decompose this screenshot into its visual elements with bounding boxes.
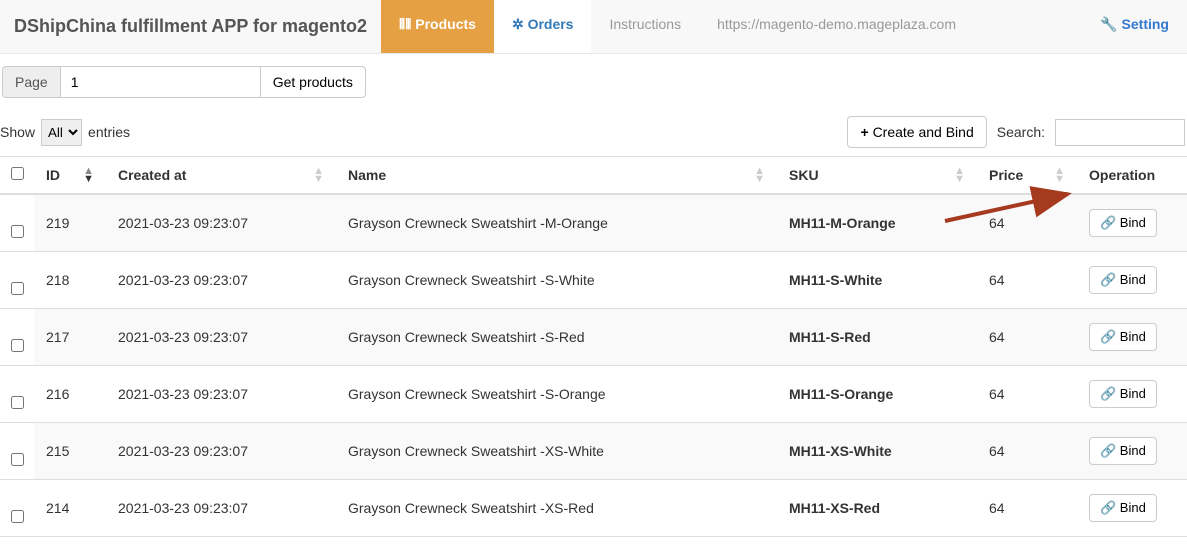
- cell-id: 214: [34, 480, 106, 537]
- cell-name: Grayson Crewneck Sweatshirt -S-Orange: [336, 366, 777, 423]
- col-price[interactable]: Price ▲▼: [977, 157, 1077, 195]
- show-label: Show: [0, 124, 35, 140]
- tab-orders-label: Orders: [528, 16, 574, 32]
- row-checkbox[interactable]: [11, 282, 24, 295]
- cell-created: 2021-03-23 09:23:07: [106, 480, 336, 537]
- tab-setting-label: Setting: [1122, 16, 1169, 32]
- cell-operation: 🔗 Bind: [1077, 309, 1187, 366]
- row-checkbox[interactable]: [11, 396, 24, 409]
- cell-created: 2021-03-23 09:23:07: [106, 366, 336, 423]
- cell-operation: 🔗 Bind: [1077, 194, 1187, 252]
- cell-id: 216: [34, 366, 106, 423]
- cell-sku: MH11-XS-White: [777, 423, 977, 480]
- cell-sku: MH11-XS-Red: [777, 480, 977, 537]
- bind-button[interactable]: 🔗 Bind: [1089, 323, 1157, 351]
- wrench-icon: 🔧: [1100, 16, 1117, 32]
- page-label: Page: [2, 66, 61, 98]
- link-icon: 🔗: [1100, 386, 1116, 401]
- row-checkbox[interactable]: [11, 510, 24, 523]
- get-products-button[interactable]: Get products: [260, 66, 366, 98]
- link-icon: 🔗: [1100, 329, 1116, 344]
- link-icon: 🔗: [1100, 215, 1116, 230]
- cell-created: 2021-03-23 09:23:07: [106, 194, 336, 252]
- cell-price: 64: [977, 194, 1077, 252]
- col-created[interactable]: Created at ▲▼: [106, 157, 336, 195]
- cell-created: 2021-03-23 09:23:07: [106, 252, 336, 309]
- sort-icon: ▲▼: [754, 167, 765, 183]
- tab-setting[interactable]: 🔧 Setting: [1082, 0, 1187, 53]
- cell-price: 64: [977, 423, 1077, 480]
- col-sku[interactable]: SKU ▲▼: [777, 157, 977, 195]
- cell-name: Grayson Crewneck Sweatshirt -M-Orange: [336, 194, 777, 252]
- brand-title: DShipChina fulfillment APP for magento2: [0, 0, 381, 53]
- cell-price: 64: [977, 366, 1077, 423]
- length-select[interactable]: All: [41, 119, 82, 146]
- cell-sku: MH11-S-White: [777, 252, 977, 309]
- select-all-checkbox[interactable]: [11, 167, 24, 180]
- cell-operation: 🔗 Bind: [1077, 423, 1187, 480]
- cell-name: Grayson Crewneck Sweatshirt -XS-Red: [336, 480, 777, 537]
- cell-name: Grayson Crewneck Sweatshirt -S-White: [336, 252, 777, 309]
- link-icon: 🔗: [1100, 500, 1116, 515]
- link-icon: 🔗: [1100, 443, 1116, 458]
- table-row: 2162021-03-23 09:23:07Grayson Crewneck S…: [0, 366, 1187, 423]
- tab-orders[interactable]: ✲ Orders: [494, 0, 592, 53]
- cell-sku: MH11-S-Red: [777, 309, 977, 366]
- cell-id: 219: [34, 194, 106, 252]
- tab-products-label: Products: [415, 16, 476, 32]
- sort-icon: ▲▼: [954, 167, 965, 183]
- products-table: ID ▲▼ Created at ▲▼ Name ▲▼ SKU ▲▼ Price…: [0, 156, 1187, 537]
- bind-button[interactable]: 🔗 Bind: [1089, 266, 1157, 294]
- bind-button[interactable]: 🔗 Bind: [1089, 437, 1157, 465]
- table-row: 2192021-03-23 09:23:07Grayson Crewneck S…: [0, 194, 1187, 252]
- cell-id: 215: [34, 423, 106, 480]
- table-row: 2172021-03-23 09:23:07Grayson Crewneck S…: [0, 309, 1187, 366]
- cell-sku: MH11-S-Orange: [777, 366, 977, 423]
- tab-instructions[interactable]: Instructions: [591, 0, 699, 53]
- cell-price: 64: [977, 309, 1077, 366]
- cell-created: 2021-03-23 09:23:07: [106, 423, 336, 480]
- entries-label: entries: [88, 124, 130, 140]
- cell-operation: 🔗 Bind: [1077, 252, 1187, 309]
- tab-products[interactable]: ⦀⦀ Products: [381, 0, 494, 53]
- row-checkbox[interactable]: [11, 225, 24, 238]
- cell-price: 64: [977, 252, 1077, 309]
- table-row: 2152021-03-23 09:23:07Grayson Crewneck S…: [0, 423, 1187, 480]
- bind-button[interactable]: 🔗 Bind: [1089, 494, 1157, 522]
- page-input[interactable]: [61, 66, 261, 98]
- search-input[interactable]: [1055, 119, 1185, 146]
- col-name[interactable]: Name ▲▼: [336, 157, 777, 195]
- table-row: 2142021-03-23 09:23:07Grayson Crewneck S…: [0, 480, 1187, 537]
- cell-id: 218: [34, 252, 106, 309]
- plus-icon: +: [860, 124, 868, 140]
- cell-name: Grayson Crewneck Sweatshirt -XS-White: [336, 423, 777, 480]
- navbar: DShipChina fulfillment APP for magento2 …: [0, 0, 1187, 54]
- table-controls: Show All entries + Create and Bind Searc…: [0, 110, 1187, 156]
- col-id[interactable]: ID ▲▼: [34, 157, 106, 195]
- row-checkbox[interactable]: [11, 453, 24, 466]
- sort-icon: ▲▼: [1054, 167, 1065, 183]
- bind-button[interactable]: 🔗 Bind: [1089, 209, 1157, 237]
- cell-operation: 🔗 Bind: [1077, 480, 1187, 537]
- col-operation: Operation: [1077, 157, 1187, 195]
- cell-id: 217: [34, 309, 106, 366]
- row-checkbox[interactable]: [11, 339, 24, 352]
- search-label: Search:: [997, 124, 1045, 140]
- cell-operation: 🔗 Bind: [1077, 366, 1187, 423]
- sort-icon: ▲▼: [83, 167, 94, 183]
- table-row: 2182021-03-23 09:23:07Grayson Crewneck S…: [0, 252, 1187, 309]
- bind-button[interactable]: 🔗 Bind: [1089, 380, 1157, 408]
- page-toolbar: Page Get products: [0, 54, 1187, 110]
- link-icon: 🔗: [1100, 272, 1116, 287]
- cell-sku: MH11-M-Orange: [777, 194, 977, 252]
- gear-icon: ✲: [512, 16, 524, 32]
- create-bind-label: Create and Bind: [873, 124, 974, 140]
- barcode-icon: ⦀⦀: [399, 16, 411, 32]
- cell-price: 64: [977, 480, 1077, 537]
- create-and-bind-button[interactable]: + Create and Bind: [847, 116, 986, 148]
- cell-created: 2021-03-23 09:23:07: [106, 309, 336, 366]
- cell-name: Grayson Crewneck Sweatshirt -S-Red: [336, 309, 777, 366]
- sort-icon: ▲▼: [313, 167, 324, 183]
- store-url[interactable]: https://magento-demo.mageplaza.com: [699, 0, 974, 53]
